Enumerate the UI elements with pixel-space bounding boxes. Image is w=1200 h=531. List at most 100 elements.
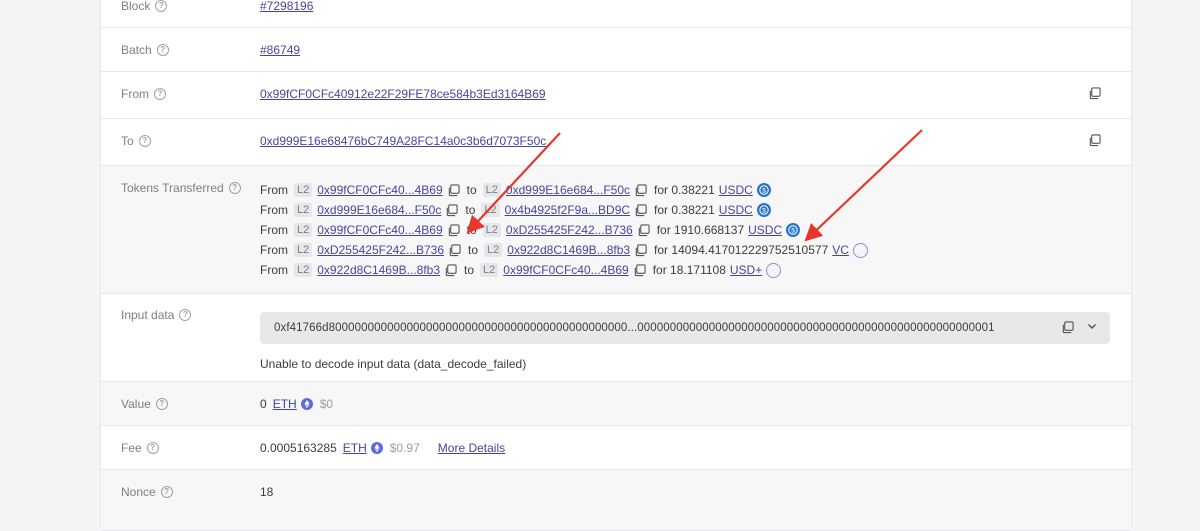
help-icon[interactable]: ? [155, 398, 168, 410]
batch-number-link[interactable]: #86749 [260, 43, 300, 57]
for-word: for [652, 263, 667, 277]
value-token-link[interactable]: ETH [273, 397, 297, 411]
to-address-link[interactable]: 0xd999E16e68476bC749A28FC14a0c3b6d7073F5… [260, 134, 546, 148]
value-amount: 0 [260, 397, 267, 411]
more-details-link[interactable]: More Details [438, 441, 505, 455]
transfer-to-link[interactable]: 0xd999E16e684...F50c [506, 183, 630, 197]
transfer-from-link[interactable]: 0xD255425F242...B736 [317, 243, 444, 257]
help-icon[interactable]: ? [154, 88, 166, 100]
fee-usd: $0.97 [389, 441, 420, 455]
transfer-token-link[interactable]: USDC [719, 203, 753, 217]
transfer-to-link[interactable]: 0x922d8C1469B...8fb3 [507, 243, 630, 257]
batch-row: Batch ? #86749 [101, 28, 1131, 72]
for-word: for [656, 223, 671, 237]
help-icon[interactable]: ? [156, 44, 169, 56]
usdc-coin-icon: $ [756, 203, 771, 217]
batch-label: Batch ? [121, 43, 169, 57]
tokens-transferred-label: Tokens Transferred ? [121, 181, 241, 195]
decode-error-message: Unable to decode input data (data_decode… [260, 357, 527, 371]
from-label: From ? [121, 87, 166, 101]
copy-icon[interactable] [634, 203, 647, 217]
usdc-coin-icon: $ [786, 223, 801, 237]
transfer-to-link[interactable]: 0xD255425F242...B736 [506, 223, 633, 237]
copy-from-button[interactable] [1088, 86, 1106, 104]
to-word: to [465, 203, 476, 217]
transfer-amount: 1910.668137 [674, 223, 745, 237]
copy-icon[interactable] [447, 183, 460, 197]
transfer-from-link[interactable]: 0xd999E16e684...F50c [317, 203, 441, 217]
block-number-link[interactable]: #7298196 [260, 0, 313, 13]
copy-icon [1062, 321, 1074, 334]
nonce-row: Nonce ? 18 [101, 470, 1131, 531]
nonce-value: 18 [260, 485, 274, 499]
to-word: to [466, 223, 477, 237]
input-data-hex: 0xf41766d8000000000000000000000000000000… [274, 322, 995, 334]
from-address-link[interactable]: 0x99fCF0CFc40912e22F29FE78ce584b3Ed3164B… [260, 87, 546, 101]
help-icon[interactable]: ? [138, 135, 151, 147]
l2-badge: L2 [294, 203, 313, 217]
help-icon[interactable]: ? [228, 182, 241, 194]
block-label-text: Block [121, 0, 151, 13]
eth-coin-icon [370, 442, 383, 454]
transfer-amount: 14094.417012229752510577 [671, 243, 829, 257]
fee-amount: 0.0005163285 [260, 441, 337, 455]
for-word: for [654, 183, 669, 197]
transfer-token-link[interactable]: USDC [748, 223, 782, 237]
input-data-label: Input data ? [121, 308, 192, 322]
l2-badge: L2 [482, 223, 501, 237]
block-row: Block ? #7298196 [101, 0, 1131, 28]
usdc-coin-icon: $ [756, 183, 771, 197]
transfer-amount: 0.38221 [671, 183, 715, 197]
fee-token-link[interactable]: ETH [343, 441, 367, 455]
input-data-label-text: Input data [121, 308, 175, 322]
tokens-transferred-label-text: Tokens Transferred [121, 181, 224, 195]
transfer-to-link[interactable]: 0x99fCF0CFc40...4B69 [503, 263, 628, 277]
copy-icon[interactable] [633, 263, 646, 277]
transfer-from-link[interactable]: 0x922d8C1469B...8fb3 [317, 263, 440, 277]
to-word: to [468, 243, 479, 257]
l2-badge: L2 [294, 183, 313, 197]
to-word: to [466, 183, 477, 197]
copy-icon [1089, 134, 1101, 147]
from-word: From [260, 203, 288, 217]
eth-coin-icon [300, 398, 313, 410]
input-data-box[interactable]: 0xf41766d8000000000000000000000000000000… [260, 312, 1110, 344]
help-icon[interactable]: ? [155, 0, 168, 12]
expand-input-button[interactable] [1086, 320, 1098, 335]
transfer-token-link[interactable]: USDC [719, 183, 753, 197]
copy-icon [1089, 87, 1101, 100]
copy-input-button[interactable] [1061, 320, 1074, 334]
transfer-to-link[interactable]: 0x4b4925f2F9a...BD9C [505, 203, 630, 217]
copy-to-button[interactable] [1088, 133, 1106, 151]
help-icon[interactable]: ? [179, 309, 192, 321]
transfer-token-link[interactable]: USD+ [730, 263, 762, 277]
l2-badge: L2 [484, 243, 503, 257]
svg-text:$: $ [791, 227, 795, 234]
from-word: From [260, 243, 288, 257]
transfer-from-link[interactable]: 0x99fCF0CFc40...4B69 [317, 183, 442, 197]
fee-label-text: Fee [121, 441, 142, 455]
transfer-from-link[interactable]: 0x99fCF0CFc40...4B69 [317, 223, 442, 237]
nonce-label: Nonce ? [121, 485, 173, 499]
from-word: From [260, 183, 288, 197]
copy-icon[interactable] [634, 183, 647, 197]
tokens-transferred-row: Tokens Transferred ? From L2 0x99fCF0CFc40… [101, 166, 1131, 294]
copy-icon[interactable] [448, 243, 461, 257]
copy-icon[interactable] [634, 243, 647, 257]
transfer-line: From L2 0x99fCF0CFc40...4B69 to L2 0xd999E16e… [260, 180, 868, 200]
value-usd: $0 [319, 397, 334, 411]
copy-icon[interactable] [445, 203, 458, 217]
copy-icon[interactable] [637, 223, 650, 237]
from-word: From [260, 263, 288, 277]
help-icon[interactable]: ? [146, 442, 159, 454]
copy-icon[interactable] [444, 263, 457, 277]
fee-label: Fee ? [121, 441, 159, 455]
transfer-token-link[interactable]: VC [832, 243, 849, 257]
l2-badge: L2 [294, 263, 313, 277]
l2-badge: L2 [481, 203, 500, 217]
help-icon[interactable]: ? [160, 486, 173, 498]
nonce-label-text: Nonce [121, 485, 156, 499]
copy-icon[interactable] [447, 223, 460, 237]
to-label: To ? [121, 134, 151, 148]
l2-badge: L2 [482, 183, 501, 197]
